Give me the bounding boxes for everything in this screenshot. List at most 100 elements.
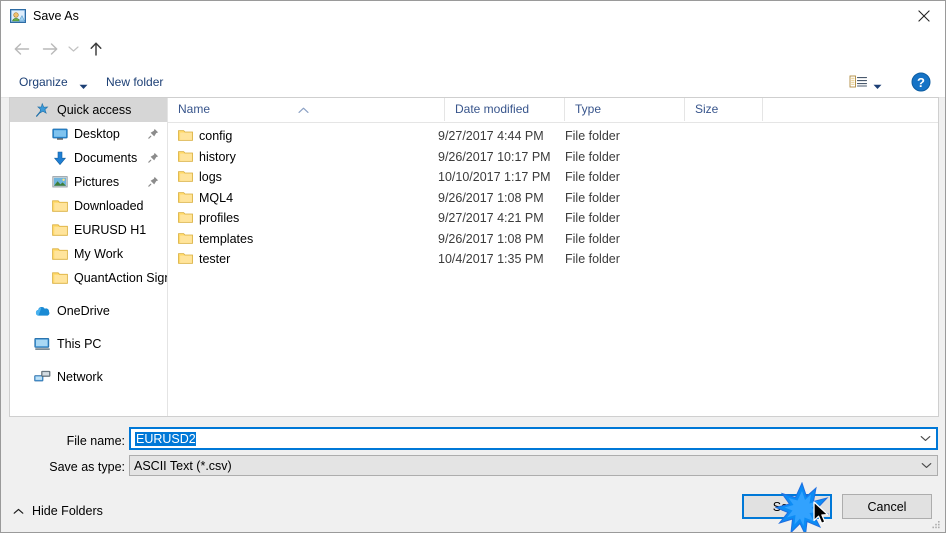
table-row[interactable]: config 9/27/2017 4:44 PM File folder: [168, 126, 938, 147]
folder-icon: [51, 222, 68, 238]
column-header-type[interactable]: Type: [565, 98, 685, 121]
content-area: Quick access Desktop Documents Pictures …: [9, 97, 939, 417]
sidebar-item-label: This PC: [57, 337, 102, 351]
file-name: history: [199, 149, 236, 164]
up-button[interactable]: [83, 36, 109, 62]
save-as-type-select[interactable]: ASCII Text (*.csv): [129, 455, 938, 476]
help-question-icon[interactable]: ?: [911, 72, 931, 92]
file-type: File folder: [565, 170, 620, 184]
navigation-row: « › Roaming › MetaQuotes › Terminal › 91…: [1, 32, 945, 91]
pin-icon[interactable]: [148, 152, 159, 163]
sidebar-item-network[interactable]: Network: [10, 365, 167, 389]
table-row[interactable]: logs 10/10/2017 1:17 PM File folder: [168, 167, 938, 188]
folder-icon: [51, 246, 68, 262]
pin-icon[interactable]: [148, 128, 159, 139]
file-type: File folder: [565, 231, 620, 246]
chevron-up-icon: [13, 508, 24, 515]
file-name: logs: [199, 170, 222, 184]
file-type: File folder: [565, 129, 620, 143]
table-row[interactable]: templates 9/26/2017 1:08 PM File folder: [168, 229, 938, 250]
column-header-label: Date modified: [455, 102, 530, 116]
forward-button[interactable]: [37, 36, 63, 62]
sidebar-item-desktop[interactable]: Desktop: [10, 122, 167, 146]
file-size: [685, 208, 763, 229]
back-button[interactable]: [9, 36, 35, 62]
view-layout-icon[interactable]: [849, 73, 869, 91]
save-as-type-label: Save as type:: [49, 460, 125, 474]
file-date: 9/27/2017 4:44 PM: [438, 129, 544, 143]
column-header-label: Type: [575, 102, 602, 116]
file-date: 10/4/2017 1:35 PM: [438, 252, 544, 266]
file-date: 9/26/2017 1:08 PM: [438, 231, 544, 246]
new-folder-button[interactable]: New folder: [106, 72, 163, 92]
column-header-label: Name: [178, 102, 211, 116]
sidebar-item-documents[interactable]: Documents: [10, 146, 167, 170]
desktop-icon: [51, 126, 68, 142]
network-icon: [34, 369, 51, 385]
save-form: File name: EURUSD2 Save as type: ASCII T…: [1, 419, 945, 532]
file-name-value[interactable]: EURUSD2: [135, 431, 196, 446]
cancel-button[interactable]: Cancel: [842, 494, 932, 519]
file-size: [685, 188, 763, 209]
folder-icon: [51, 270, 68, 286]
column-header-date-modified[interactable]: Date modified: [445, 98, 565, 121]
file-name-input[interactable]: EURUSD2: [129, 427, 938, 450]
file-size: [685, 249, 763, 270]
table-row[interactable]: profiles 9/27/2017 4:21 PM File folder: [168, 208, 938, 229]
table-row[interactable]: tester 10/4/2017 1:35 PM File folder: [168, 249, 938, 270]
sidebar-item-onedrive[interactable]: OneDrive: [10, 299, 167, 323]
organize-button[interactable]: Organize: [19, 72, 68, 92]
sidebar-item-label: Quick access: [57, 103, 132, 117]
file-name-label: File name:: [66, 434, 125, 448]
sidebar-item-label: OneDrive: [57, 304, 110, 318]
sidebar-item-downloaded[interactable]: Downloaded: [10, 194, 167, 218]
table-row[interactable]: MQL4 9/26/2017 1:08 PM File folder: [168, 188, 938, 209]
save-as-dialog: Save As Search 915566BA06ADA40756... Org…: [0, 0, 946, 533]
file-size: [685, 147, 763, 168]
pin-icon[interactable]: [148, 176, 159, 187]
sidebar-item-this-pc[interactable]: This PC: [10, 332, 167, 356]
sort-ascending-caret-icon: [298, 99, 309, 122]
sidebar-item-quick-access[interactable]: Quick access: [10, 98, 167, 122]
sidebar-item-quantaction-signal[interactable]: QuantAction Signal: [10, 266, 167, 290]
file-name-value-wrapper: EURUSD2: [131, 431, 914, 446]
file-type: File folder: [565, 211, 620, 225]
hide-folders-toggle[interactable]: Hide Folders: [13, 501, 103, 521]
column-header-label: Size: [695, 102, 719, 116]
command-bar: Organize New folder ?: [1, 67, 945, 98]
file-name: config: [199, 129, 233, 143]
table-row[interactable]: history 9/26/2017 10:17 PM File folder: [168, 147, 938, 168]
column-header-name[interactable]: Name: [168, 98, 445, 121]
file-name: profiles: [199, 211, 240, 225]
save-as-type-value: ASCII Text (*.csv): [134, 458, 232, 473]
file-type: File folder: [565, 252, 620, 266]
view-caret-down-icon[interactable]: [873, 79, 882, 93]
folder-icon: [51, 198, 68, 214]
save-as-type-chevron-down-icon[interactable]: [915, 462, 937, 469]
svg-text:?: ?: [917, 75, 925, 90]
file-name-chevron-down-icon[interactable]: [914, 435, 936, 442]
sidebar-item-label: Documents: [74, 151, 138, 165]
close-button[interactable]: [901, 1, 945, 31]
sidebar-item-label: Downloaded: [74, 199, 144, 213]
sidebar-item-pictures[interactable]: Pictures: [10, 170, 167, 194]
window-title: Save As: [33, 9, 79, 23]
file-date: 10/10/2017 1:17 PM: [438, 170, 551, 184]
file-name: tester: [199, 252, 231, 266]
column-header-size[interactable]: Size: [685, 98, 763, 121]
title-bar: Save As: [1, 1, 945, 32]
organize-caret-down-icon[interactable]: [79, 79, 88, 93]
sidebar-item-label: EURUSD H1: [74, 223, 147, 237]
recent-locations-chevron-down-icon[interactable]: [63, 36, 83, 62]
sidebar-item-label: QuantAction Signal: [74, 271, 167, 285]
sidebar-item-eurusd-h1[interactable]: EURUSD H1: [10, 218, 167, 242]
sidebar-item-my-work[interactable]: My Work: [10, 242, 167, 266]
file-date: 9/26/2017 1:08 PM: [438, 190, 544, 205]
file-list-pane: Name Date modified Type Size config 9/27…: [168, 98, 938, 416]
save-button[interactable]: Save: [742, 494, 832, 519]
resize-grip-icon[interactable]: [929, 519, 941, 531]
sidebar-item-label: Pictures: [74, 175, 120, 189]
onedrive-cloud-icon: [34, 303, 51, 319]
